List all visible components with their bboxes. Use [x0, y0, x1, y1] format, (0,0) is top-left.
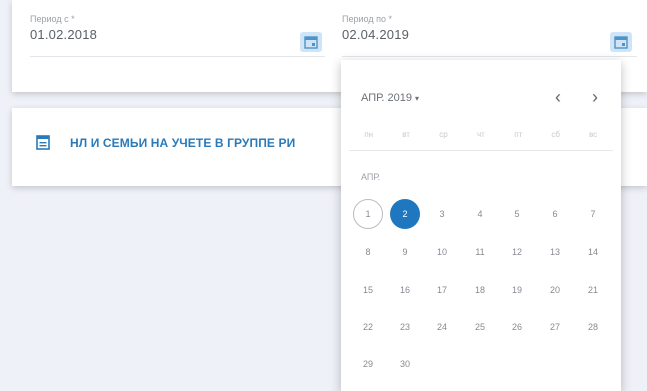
day-23[interactable]: 23 [390, 312, 420, 342]
weekday-label: ср [439, 130, 448, 139]
weekday-header: пн вт ср чт пт сб вс [350, 130, 612, 139]
period-to-value[interactable]: 02.04.2019 [342, 27, 409, 42]
day-17[interactable]: 17 [427, 275, 457, 305]
period-from-calendar-button[interactable] [300, 32, 322, 52]
day-9[interactable]: 9 [390, 237, 420, 267]
day-19[interactable]: 19 [502, 275, 532, 305]
day-8[interactable]: 8 [353, 237, 383, 267]
period-from-label: Период с * [30, 14, 75, 24]
weekday-label: вт [402, 130, 410, 139]
day-22[interactable]: 22 [353, 312, 383, 342]
calendar-icon [304, 36, 318, 49]
weekday-label: пн [364, 130, 374, 139]
day-27[interactable]: 27 [540, 312, 570, 342]
day-13[interactable]: 13 [540, 237, 570, 267]
day-5[interactable]: 5 [502, 199, 532, 229]
day-1[interactable]: 1 [353, 199, 383, 229]
day-21[interactable]: 21 [578, 275, 608, 305]
prev-month-button[interactable]: ‹ [555, 88, 561, 106]
weekday-label: чт [476, 130, 485, 139]
next-month-button[interactable]: › [592, 88, 598, 106]
list-icon [36, 135, 50, 150]
day-4[interactable]: 4 [465, 199, 495, 229]
section-title: НЛ И СЕМЬИ НА УЧЕТЕ В ГРУППЕ РИ [70, 136, 296, 150]
day-7[interactable]: 7 [578, 199, 608, 229]
period-from-field[interactable]: Период с * 01.02.2018 [30, 14, 325, 57]
weekday-label: сб [551, 130, 560, 139]
day-26[interactable]: 26 [502, 312, 532, 342]
day-16[interactable]: 16 [390, 275, 420, 305]
period-from-underline [30, 56, 325, 57]
calendar-icon [614, 36, 628, 49]
period-to-calendar-button[interactable] [610, 32, 632, 52]
day-2[interactable]: 2 [390, 199, 420, 229]
month-year-label: АПР. 2019 [361, 92, 412, 104]
day-24[interactable]: 24 [427, 312, 457, 342]
weekday-label: вс [588, 130, 598, 139]
day-10[interactable]: 10 [427, 237, 457, 267]
weekday-label: пт [514, 130, 523, 139]
day-11[interactable]: 11 [465, 237, 495, 267]
day-15[interactable]: 15 [353, 275, 383, 305]
day-20[interactable]: 20 [540, 275, 570, 305]
day-29[interactable]: 29 [353, 349, 383, 379]
day-28[interactable]: 28 [578, 312, 608, 342]
caret-down-icon: ▾ [414, 94, 419, 103]
day-30[interactable]: 30 [390, 349, 420, 379]
day-12[interactable]: 12 [502, 237, 532, 267]
day-14[interactable]: 14 [578, 237, 608, 267]
day-25[interactable]: 25 [465, 312, 495, 342]
period-to-field[interactable]: Период по * 02.04.2019 [342, 14, 637, 57]
day-3[interactable]: 3 [427, 199, 457, 229]
period-to-label: Период по * [342, 14, 392, 24]
period-from-value[interactable]: 01.02.2018 [30, 27, 97, 42]
datepicker-popup: АПР. 2019 ▾ ‹ › пн вт ср чт пт сб вс АПР.… [341, 60, 621, 391]
day-6[interactable]: 6 [540, 199, 570, 229]
period-to-underline [342, 56, 637, 57]
month-label: АПР. [361, 172, 381, 182]
day-18[interactable]: 18 [465, 275, 495, 305]
month-year-selector[interactable]: АПР. 2019 ▾ [361, 92, 419, 104]
calendar-divider [349, 150, 613, 151]
